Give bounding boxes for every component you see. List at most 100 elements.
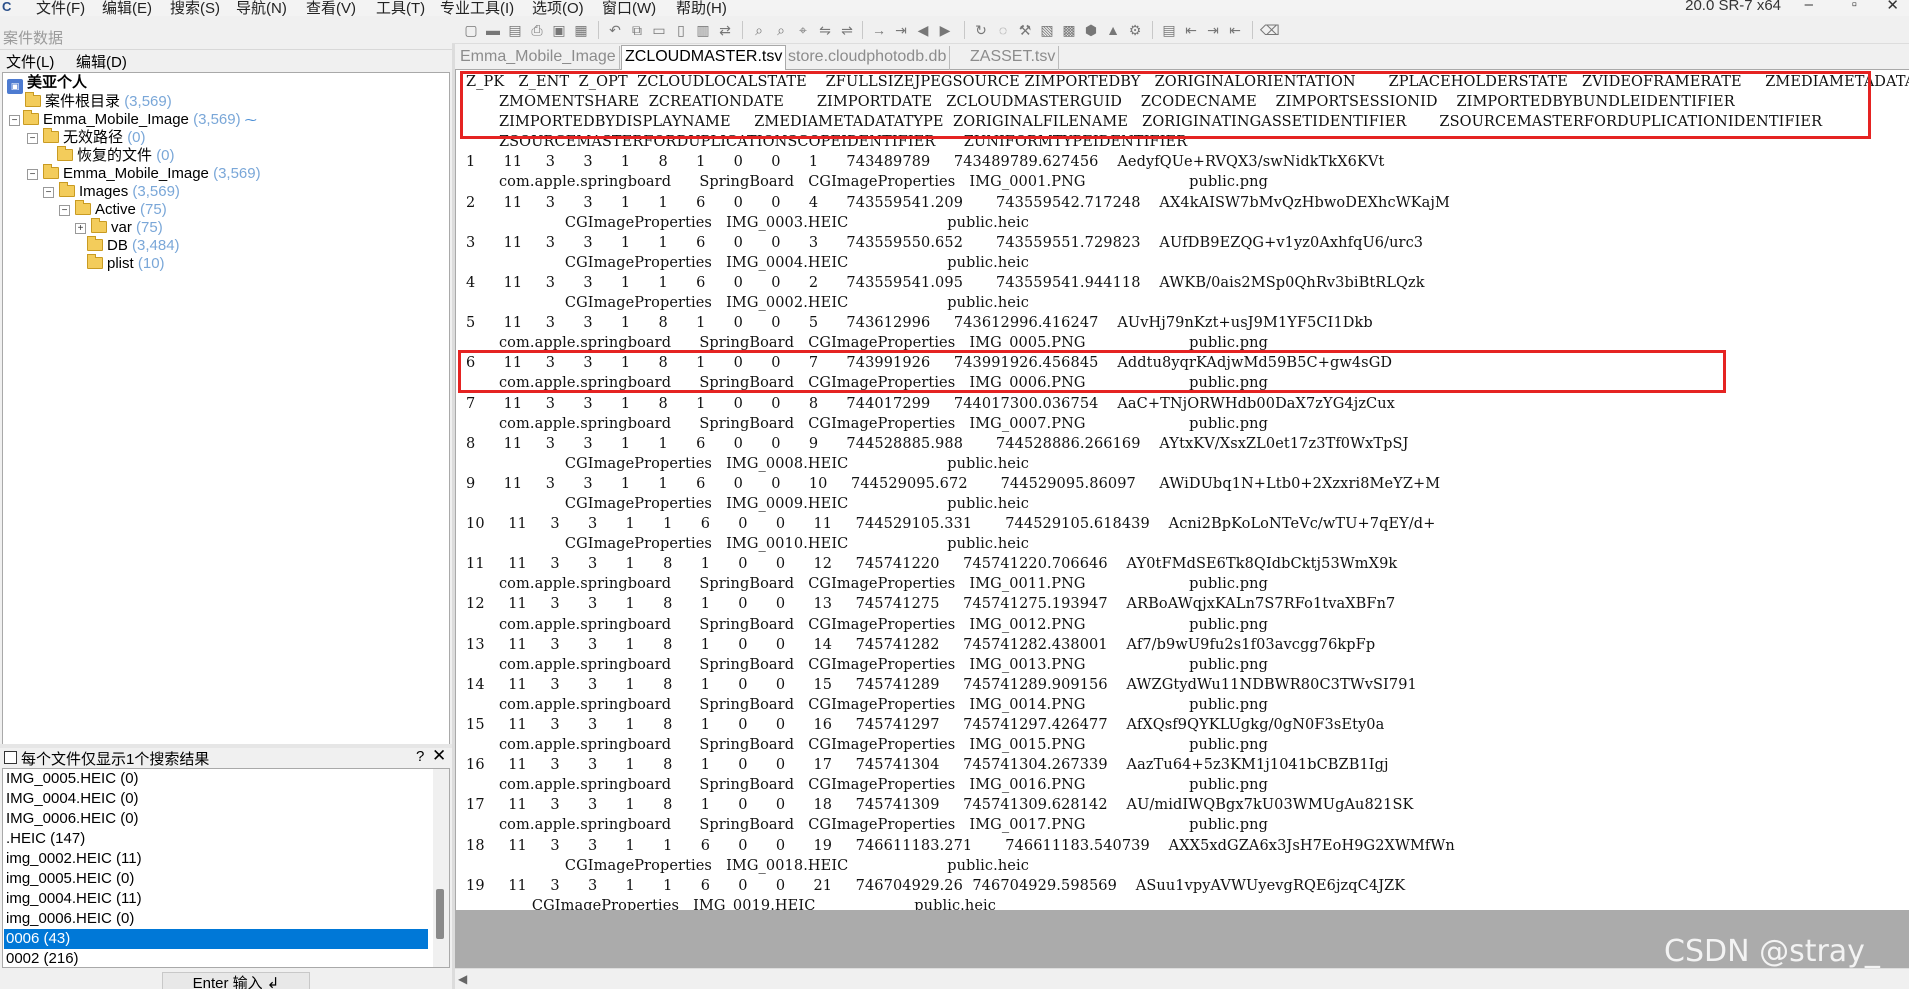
goto-sector-icon[interactable]: ⇥ <box>892 21 910 39</box>
menu-options[interactable]: 选项(O) <box>532 0 584 16</box>
tab-store-cloudphotodb[interactable]: store.cloudphotodb.db <box>785 46 951 70</box>
pane-menu-file[interactable]: 文件(L) <box>6 51 54 72</box>
pane-menu-edit[interactable]: 编辑(D) <box>76 51 127 72</box>
pane-title-text: 案件数据 <box>3 30 64 47</box>
tree-node-case[interactable]: ▣ 美亚个人 <box>7 73 87 94</box>
bookmark-icon[interactable]: ▤ <box>1160 21 1178 39</box>
list-item[interactable]: img_0002.HEIC (11) <box>6 849 142 869</box>
properties-icon[interactable]: ▦ <box>572 21 590 39</box>
find-icon[interactable]: ⌕ <box>750 21 768 39</box>
menu-pro-tools[interactable]: 专业工具(I) <box>440 0 514 16</box>
menu-navigate[interactable]: 导航(N) <box>236 0 287 16</box>
menu-file[interactable]: 文件(F) <box>36 0 85 16</box>
eraser-icon[interactable]: ⌫ <box>1260 21 1280 39</box>
preview-icon[interactable]: ▣ <box>550 21 568 39</box>
tsv-line: CGImageProperties IMG_0009.HEIC public.h… <box>466 495 1029 512</box>
collapse-icon[interactable]: − <box>9 115 20 126</box>
restore-icon[interactable]: ▫ <box>1852 0 1857 13</box>
tree-node-emma-image[interactable]: − Emma_Mobile_Image (3,569) ⁓ <box>7 110 257 130</box>
undo-icon[interactable]: ↶ <box>606 21 624 39</box>
prev-bookmark-icon[interactable]: ⇤ <box>1226 21 1244 39</box>
open-folder-icon[interactable]: ▬ <box>484 21 502 39</box>
scroll-left-icon[interactable]: ◀ <box>458 972 467 986</box>
menu-search[interactable]: 搜索(S) <box>170 0 220 16</box>
enter-input-button[interactable]: Enter 输入 ↲ <box>162 972 310 989</box>
collapse-icon[interactable]: − <box>43 187 54 198</box>
list-item[interactable]: IMG_0005.HEIC (0) <box>6 769 139 789</box>
refresh-icon[interactable]: ↻ <box>972 21 990 39</box>
copy-icon[interactable]: ⧉ <box>628 21 646 39</box>
find-hex-icon[interactable]: ⌖ <box>794 21 812 39</box>
tree-node-db[interactable]: DB (3,484) <box>87 236 180 256</box>
tsv-line: 16 11 3 3 1 8 1 0 0 17 745741304 7457413… <box>466 757 1389 774</box>
clipboard-icon[interactable]: ▥ <box>694 21 712 39</box>
tree-node-active[interactable]: − Active (75) <box>57 200 167 220</box>
results-scrollbar[interactable] <box>433 769 449 967</box>
tsv-line: 5 11 3 3 1 8 1 0 0 5 743612996 743612996… <box>466 315 1373 332</box>
next-bookmark-icon[interactable]: ⇥ <box>1204 21 1222 39</box>
list-item[interactable]: IMG_0004.HEIC (0) <box>6 789 139 809</box>
scrollbar-thumb[interactable] <box>436 889 444 939</box>
new-file-icon[interactable]: ▢ <box>462 21 480 39</box>
list-item[interactable]: .HEIC (147) <box>6 829 85 849</box>
tree-node-var[interactable]: + var (75) <box>73 218 163 238</box>
text-viewer[interactable]: Z_PK Z_ENT Z_OPT ZCLOUDLOCALSTATE ZFULLS… <box>455 70 1909 910</box>
collapse-icon[interactable]: − <box>27 169 38 180</box>
menu-view[interactable]: 查看(V) <box>306 0 356 16</box>
list-item[interactable]: 0002 (216) <box>6 949 79 967</box>
tree-node-plist[interactable]: plist (10) <box>87 254 165 274</box>
disk-icon[interactable]: ◌ <box>994 21 1012 39</box>
tree-node-recovered-files[interactable]: 恢复的文件 (0) <box>57 146 175 166</box>
save-icon[interactable]: ▤ <box>506 21 524 39</box>
close-window-icon[interactable]: ✕ <box>1886 0 1899 14</box>
tab-zasset[interactable]: ZASSET.tsv <box>967 46 1060 70</box>
help-icon[interactable]: ? <box>416 748 424 765</box>
tsv-line: 17 11 3 3 1 8 1 0 0 18 745741309 7457413… <box>466 797 1414 814</box>
collapse-icon[interactable]: − <box>27 133 38 144</box>
collapse-icon[interactable]: − <box>59 205 70 216</box>
tools-icon[interactable]: ⚒ <box>1016 21 1034 39</box>
one-result-per-file-checkbox[interactable] <box>4 751 17 764</box>
tree-node-images[interactable]: − Images (3,569) <box>41 182 180 202</box>
horizontal-scrollbar[interactable]: ◀ <box>455 968 1909 989</box>
list-item[interactable]: img_0005.HEIC (0) <box>6 869 134 889</box>
tsv-line: CGImageProperties IMG_0010.HEIC public.h… <box>466 536 1029 553</box>
plugin-icon[interactable]: ⚙ <box>1126 21 1144 39</box>
forward-arrow-icon[interactable]: ▶ <box>936 21 954 39</box>
replace-hex-icon[interactable]: ⇌ <box>838 21 856 39</box>
close-icon[interactable]: ✕ <box>432 746 446 766</box>
list-item[interactable]: img_0006.HEIC (0) <box>6 909 134 929</box>
calc-icon[interactable]: ▩ <box>1060 21 1078 39</box>
replace-icon[interactable]: ⇋ <box>816 21 834 39</box>
list-item[interactable]: img_0004.HEIC (11) <box>6 889 142 909</box>
back-arrow-icon[interactable]: ◀ <box>914 21 932 39</box>
paste-icon[interactable]: ▭ <box>650 21 668 39</box>
cut-icon[interactable]: ▯ <box>672 21 690 39</box>
print-icon[interactable]: ⎙ <box>528 21 546 39</box>
list-item-selected[interactable]: 0006 (43) <box>4 929 428 949</box>
chart-icon[interactable]: ▲ <box>1104 21 1122 39</box>
menu-edit[interactable]: 编辑(E) <box>102 0 152 16</box>
position-icon[interactable]: ⇤ <box>1182 21 1200 39</box>
chip-icon[interactable]: ⬢ <box>1082 21 1100 39</box>
folder-icon <box>91 218 107 233</box>
find-next-icon[interactable]: ⌕ <box>772 21 790 39</box>
tsv-line: 11 11 3 3 1 8 1 0 0 12 745741220 7457412… <box>466 556 1398 573</box>
folder-icon <box>87 236 103 251</box>
minimize-icon[interactable]: – <box>1805 0 1813 13</box>
tab-emma-mobile-image[interactable]: Emma_Mobile_Image <box>457 46 620 70</box>
goto-offset-icon[interactable]: → <box>870 21 888 39</box>
tree-node-invalid-path[interactable]: − 无效路径 (0) <box>25 128 146 148</box>
expand-icon[interactable]: + <box>75 223 86 234</box>
menu-bar: C 文件(F) 编辑(E) 搜索(S) 导航(N) 查看(V) 工具(T) 专业… <box>0 0 1909 16</box>
tsv-line: 2 11 3 3 1 1 6 0 0 4 743559541.209 74355… <box>466 194 1450 211</box>
image-icon[interactable]: ▧ <box>1038 21 1056 39</box>
menu-window[interactable]: 窗口(W) <box>602 0 656 16</box>
list-item[interactable]: IMG_0006.HEIC (0) <box>6 809 139 829</box>
menu-tools[interactable]: 工具(T) <box>376 0 425 16</box>
tab-zcloudmaster[interactable]: ZCLOUDMASTER.tsv <box>621 45 787 71</box>
menu-help[interactable]: 帮助(H) <box>676 0 727 16</box>
convert-icon[interactable]: ⇄ <box>716 21 734 39</box>
tree-node-case-root[interactable]: 案件根目录 (3,569) <box>25 92 172 112</box>
tree-node-emma-image-partition[interactable]: − Emma_Mobile_Image (3,569) <box>25 164 261 184</box>
